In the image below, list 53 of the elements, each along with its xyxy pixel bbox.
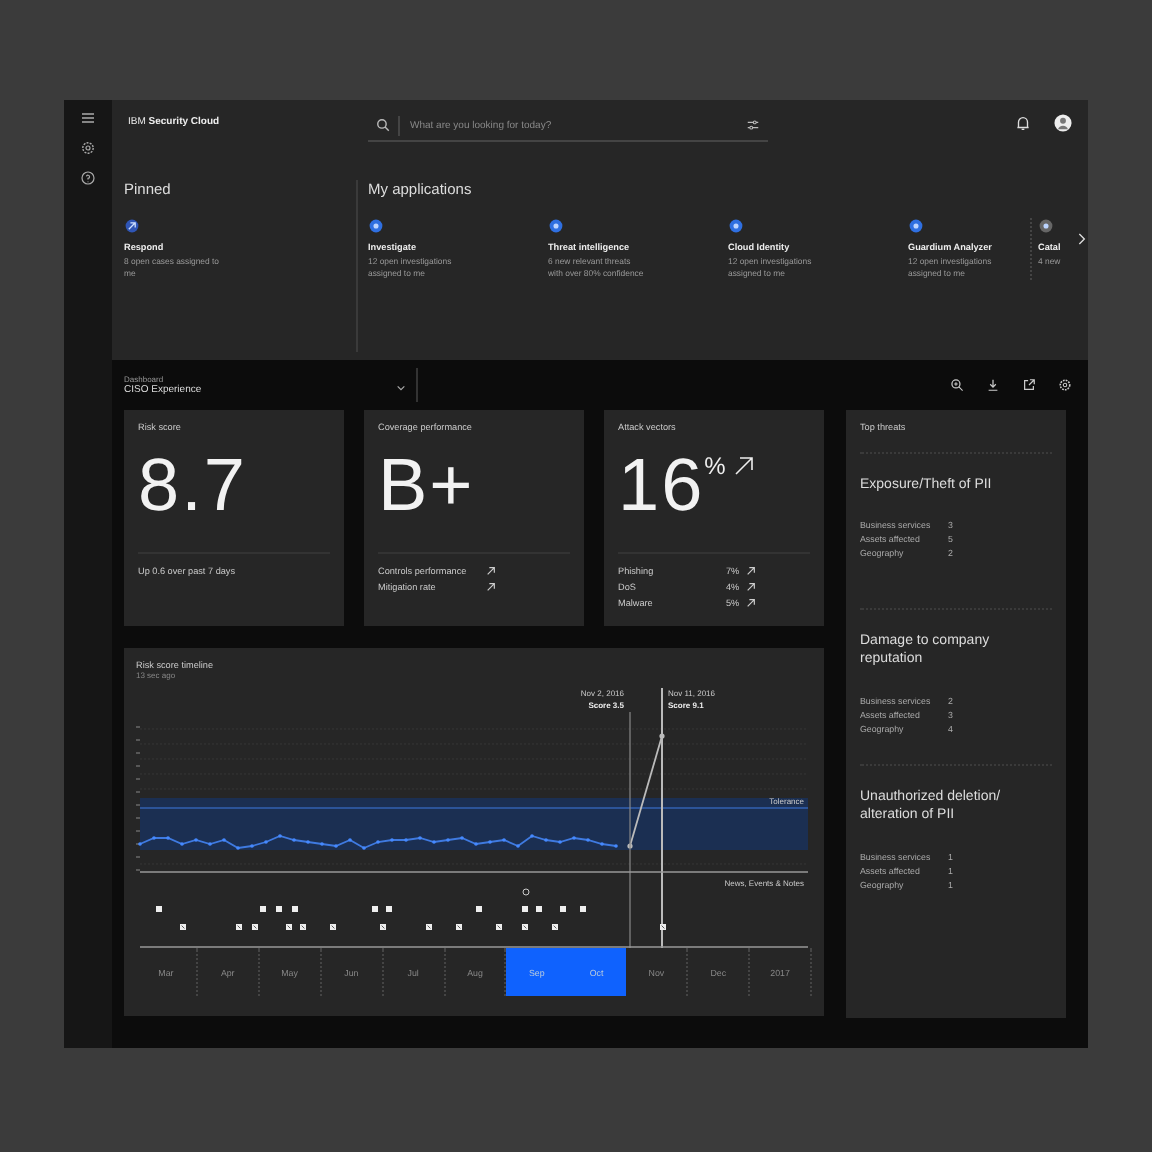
help-icon[interactable] [80,170,96,186]
settings-icon[interactable] [80,140,96,156]
app-icon [908,218,924,234]
note-marker[interactable] [660,924,666,930]
metric-value: 16 [618,448,705,522]
note-marker[interactable] [456,924,462,930]
arrow-up-right-icon [746,582,756,592]
event-marker[interactable] [156,906,162,912]
caret-icon [396,384,406,392]
note-marker[interactable] [180,924,186,930]
event-marker[interactable] [522,906,528,912]
note-marker[interactable] [496,924,502,930]
arrow-up-right-icon [746,566,756,576]
arrow-up-right-icon [486,566,496,576]
app-icon [1038,218,1054,234]
launch-icon[interactable] [1022,378,1036,392]
arrow-up-right-icon [733,456,754,476]
app-icon [728,218,744,234]
metric-value: 8.7 [138,448,247,522]
event-marker[interactable] [372,906,378,912]
event-marker[interactable] [386,906,392,912]
event-marker[interactable] [560,906,566,912]
note-marker[interactable] [522,924,528,930]
percent-sign: % [704,452,726,480]
chevron-right-icon[interactable] [1076,232,1086,246]
filter-icon[interactable] [746,118,760,132]
event-marker[interactable] [260,906,266,912]
event-marker[interactable] [536,906,542,912]
arrow-up-right-icon [746,598,756,608]
metric-value: B+ [378,448,475,522]
event-marker[interactable] [476,906,482,912]
event-marker[interactable] [580,906,586,912]
arrow-up-right-icon [486,582,496,592]
event-marker[interactable] [276,906,282,912]
note-marker[interactable] [236,924,242,930]
app-icon [368,218,384,234]
menu-icon[interactable] [80,110,96,126]
note-marker[interactable] [552,924,558,930]
note-marker[interactable] [330,924,336,930]
app-icon [548,218,564,234]
note-marker[interactable] [426,924,432,930]
settings-icon[interactable] [1058,378,1072,392]
download-icon[interactable] [986,378,1000,392]
search-icon [376,118,390,132]
app-icon [124,218,140,234]
avatar-icon[interactable] [1054,113,1072,131]
note-marker[interactable] [252,924,258,930]
zoom-icon[interactable] [950,378,964,392]
note-marker[interactable] [300,924,306,930]
note-marker[interactable] [286,924,292,930]
note-marker[interactable] [380,924,386,930]
notification-icon[interactable] [1014,113,1032,131]
event-marker[interactable] [292,906,298,912]
